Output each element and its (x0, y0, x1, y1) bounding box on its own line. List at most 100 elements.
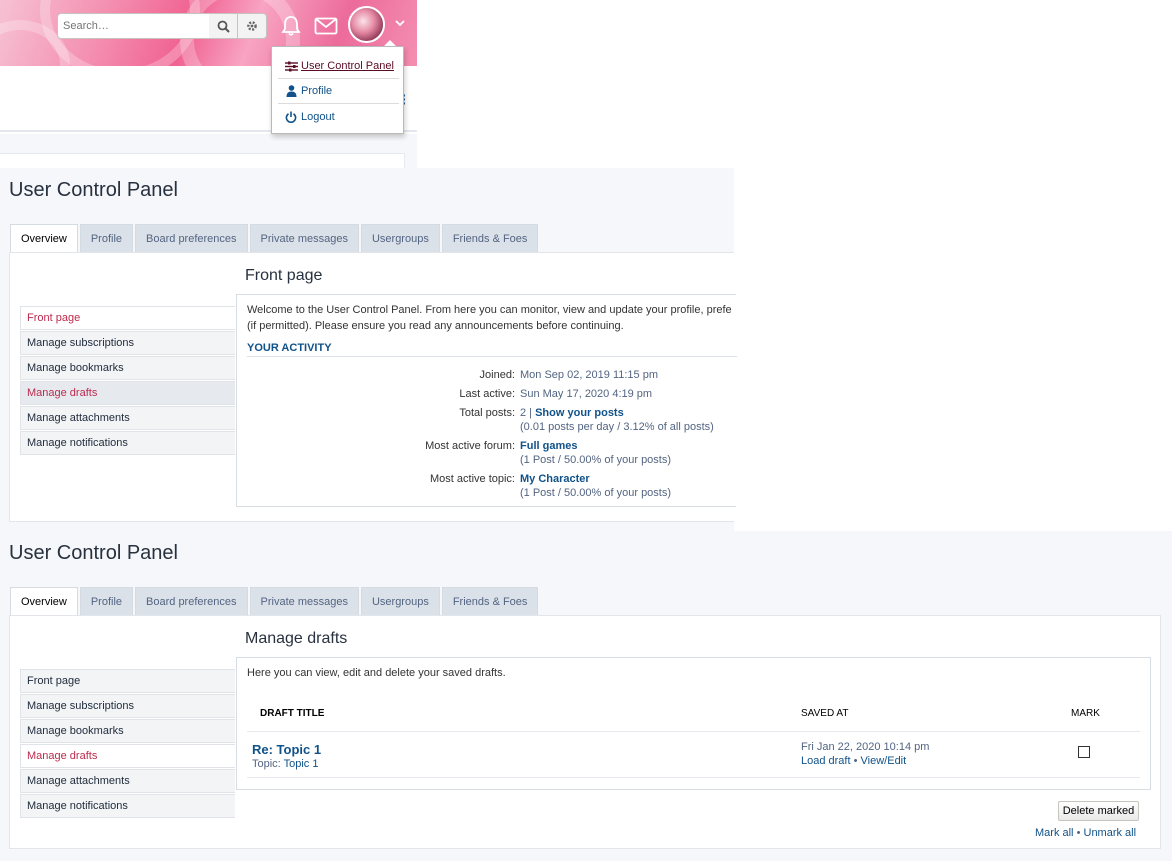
last-active-label: Last active: (459, 388, 515, 400)
user-icon (284, 85, 298, 97)
total-posts-value: 2 | Show your posts (520, 407, 624, 419)
tab-overview[interactable]: Overview (10, 224, 78, 253)
dropdown-divider (278, 78, 399, 79)
most-active-topic-stats: (1 Post / 50.00% of your posts) (520, 487, 672, 499)
search-icon (217, 20, 230, 33)
private-messages-button[interactable] (312, 13, 340, 39)
menu-item-manage-notifications[interactable]: Manage notifications (20, 431, 235, 455)
envelope-icon (314, 17, 338, 35)
tab-board-preferences[interactable]: Board preferences (135, 224, 248, 252)
ucp-side-menu: Front page Manage subscriptions Manage b… (20, 306, 235, 456)
most-active-forum-stats: (1 Post / 50.00% of your posts) (520, 454, 672, 466)
menu-item-manage-subscriptions[interactable]: Manage subscriptions (20, 331, 235, 355)
most-active-topic-value: My Character (520, 473, 590, 485)
last-active-value: Sun May 17, 2020 4:19 pm (520, 388, 653, 400)
dropdown-item-logout[interactable]: Logout (284, 108, 335, 126)
search-button[interactable] (209, 13, 238, 39)
menu-item-manage-drafts[interactable]: Manage drafts (20, 744, 235, 768)
chevron-down-icon (395, 19, 405, 26)
menu-item-manage-bookmarks[interactable]: Manage bookmarks (20, 356, 235, 380)
bullet-separator: • (1076, 827, 1081, 839)
drafts-content: Here you can view, edit and delete your … (236, 657, 1151, 790)
avatar[interactable] (348, 6, 385, 43)
section-title: Manage drafts (245, 630, 348, 647)
mark-links: Mark all • Unmark all (1035, 827, 1136, 839)
sliders-icon (284, 61, 298, 72)
ucp-side-menu: Front page Manage subscriptions Manage b… (20, 669, 235, 819)
joined-label: Joined: (479, 369, 515, 381)
section-title: Front page (245, 267, 323, 284)
ucp-panel-body: Manage drafts Front page Manage subscrip… (9, 615, 1161, 849)
joined-value: Mon Sep 02, 2019 11:15 pm (520, 369, 659, 381)
menu-item-front-page[interactable]: Front page (20, 669, 235, 693)
draft-actions: Load draft • View/Edit (801, 755, 906, 767)
show-your-posts-link[interactable]: Show your posts (535, 407, 624, 419)
tab-friends-foes[interactable]: Friends & Foes (441, 224, 539, 252)
gear-icon (247, 21, 257, 31)
dropdown-item-label: User Control Panel (301, 60, 394, 72)
bell-icon (281, 16, 301, 36)
user-menu-toggle[interactable] (393, 16, 407, 30)
drafts-table-header: DRAFT TITLE SAVED AT MARK (247, 708, 1140, 732)
advanced-search-button[interactable] (238, 13, 267, 39)
bullet-separator: • (853, 755, 858, 767)
draft-saved-at: Fri Jan 22, 2020 10:14 pm (801, 741, 930, 753)
tab-usergroups[interactable]: Usergroups (360, 224, 440, 252)
column-draft-title: DRAFT TITLE (260, 708, 325, 719)
dropdown-divider (278, 103, 399, 104)
content-box-edge (0, 153, 405, 168)
dropdown-item-ucp[interactable]: User Control Panel (284, 57, 394, 75)
tab-overview[interactable]: Overview (10, 587, 78, 616)
page-title: User Control Panel (9, 179, 178, 201)
draft-title-link[interactable]: Re: Topic 1 (252, 742, 321, 757)
welcome-line: Welcome to the User Control Panel. From … (247, 304, 732, 316)
your-activity-heading: YOUR ACTIVITY (247, 342, 737, 357)
ucp-manage-drafts-panel: User Control Panel Overview Profile Boar… (0, 531, 1172, 861)
dropdown-item-profile[interactable]: Profile (284, 82, 332, 100)
most-active-forum-link[interactable]: Full games (520, 440, 577, 452)
table-row: Re: Topic 1 Topic: Topic 1 Fri Jan 22, 2… (247, 733, 1140, 778)
tab-private-messages[interactable]: Private messages (249, 224, 359, 252)
delete-marked-button[interactable]: Delete marked (1058, 801, 1139, 821)
page-title: User Control Panel (9, 542, 178, 564)
most-active-topic-label: Most active topic: (430, 473, 515, 485)
welcome-line: (if permitted). Please ensure you read a… (247, 320, 624, 332)
column-saved-at: SAVED AT (801, 708, 849, 719)
menu-item-manage-bookmarks[interactable]: Manage bookmarks (20, 719, 235, 743)
notifications-button[interactable] (277, 13, 305, 39)
tab-profile[interactable]: Profile (79, 587, 134, 615)
menu-item-manage-subscriptions[interactable]: Manage subscriptions (20, 694, 235, 718)
mark-all-link[interactable]: Mark all (1035, 827, 1074, 839)
total-posts-label: Total posts: (459, 407, 515, 419)
draft-mark-checkbox[interactable] (1078, 746, 1090, 758)
load-draft-link[interactable]: Load draft (801, 755, 851, 767)
header-crop: ··· User Control Panel Profile Logout (0, 0, 417, 168)
tab-profile[interactable]: Profile (79, 224, 134, 252)
dropdown-item-label: Profile (301, 85, 333, 97)
front-page-content: Welcome to the User Control Panel. From … (236, 294, 737, 507)
total-posts-count: 2 | (520, 407, 533, 419)
unmark-all-link[interactable]: Unmark all (1084, 827, 1137, 839)
column-mark: MARK (1071, 708, 1100, 719)
ucp-front-page-panel: User Control Panel Overview Profile Boar… (0, 168, 737, 531)
most-active-topic-link[interactable]: My Character (520, 473, 590, 485)
menu-item-manage-notifications[interactable]: Manage notifications (20, 794, 235, 818)
draft-topic: Topic: Topic 1 (252, 758, 318, 770)
tab-usergroups[interactable]: Usergroups (360, 587, 440, 615)
draft-topic-link[interactable]: Topic 1 (284, 758, 319, 770)
tab-board-preferences[interactable]: Board preferences (135, 587, 248, 615)
menu-item-manage-attachments[interactable]: Manage attachments (20, 406, 235, 430)
drafts-intro: Here you can view, edit and delete your … (247, 667, 506, 679)
view-edit-link[interactable]: View/Edit (861, 755, 907, 767)
tab-private-messages[interactable]: Private messages (249, 587, 359, 615)
search-input[interactable] (57, 13, 210, 39)
ucp-tabs: Overview Profile Board preferences Priva… (10, 224, 540, 253)
most-active-forum-value: Full games (520, 440, 577, 452)
tab-friends-foes[interactable]: Friends & Foes (441, 587, 539, 615)
menu-item-manage-drafts[interactable]: Manage drafts (20, 381, 235, 405)
user-dropdown-menu: User Control Panel Profile Logout (271, 46, 404, 134)
draft-topic-label: Topic: (252, 758, 281, 770)
ucp-tabs: Overview Profile Board preferences Priva… (10, 587, 540, 616)
menu-item-front-page[interactable]: Front page (20, 306, 235, 330)
menu-item-manage-attachments[interactable]: Manage attachments (20, 769, 235, 793)
